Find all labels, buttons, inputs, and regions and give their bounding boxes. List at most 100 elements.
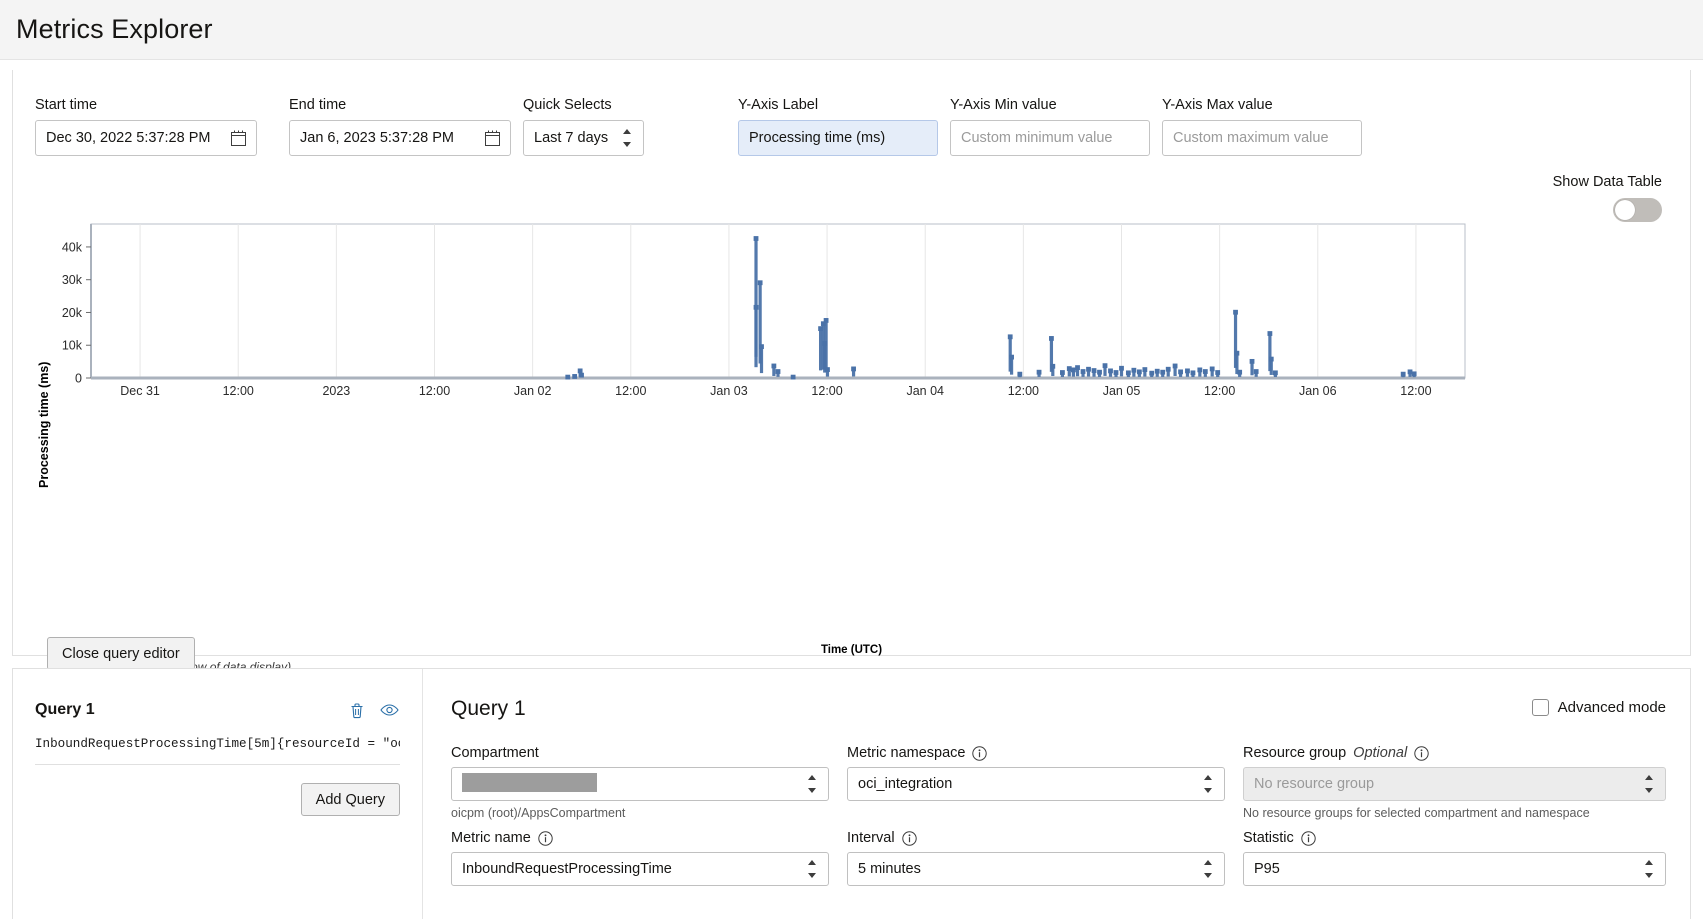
advanced-mode-label: Advanced mode	[1557, 699, 1666, 716]
chevron-updown-icon[interactable]	[806, 775, 818, 793]
y-axis-max-input[interactable]: Custom maximum value	[1162, 119, 1362, 156]
query-detail-title: Query 1	[451, 697, 526, 720]
compartment-field: Compartment oicpm (root)/AppsCompartment	[451, 745, 829, 820]
y-axis-label-input[interactable]: Processing time (ms)	[738, 119, 938, 156]
start-time-value: Dec 30, 2022 5:37:28 PM	[46, 129, 211, 146]
chevron-updown-icon[interactable]	[621, 128, 633, 147]
quick-selects-select[interactable]: Last 7 days	[523, 119, 644, 156]
compartment-value	[462, 772, 806, 796]
metric-name-value: InboundRequestProcessingTime	[462, 861, 672, 877]
query-list-title: Query 1	[35, 701, 95, 718]
resource-group-field: Resource group Optional No resource grou…	[1243, 745, 1666, 820]
svg-text:12:00: 12:00	[615, 384, 646, 398]
statistic-select[interactable]: P95	[1243, 852, 1666, 886]
advanced-mode-control[interactable]: Advanced mode	[1531, 699, 1666, 716]
metric-namespace-value: oci_integration	[858, 776, 953, 792]
metric-name-label: Metric name	[451, 830, 829, 846]
metric-namespace-label: Metric namespace	[847, 745, 1225, 761]
svg-text:Jan 02: Jan 02	[514, 384, 552, 398]
y-axis-label-field: Y-Axis Label Processing time (ms)	[738, 98, 938, 156]
svg-text:Jan 03: Jan 03	[710, 384, 748, 398]
resource-group-label-text: Resource group	[1243, 745, 1347, 761]
query-detail-panel: Query 1 Advanced mode Compartment oicpm …	[423, 669, 1690, 919]
metrics-scatter-chart[interactable]: Dec 31 12:00 2023 12:00 Jan 02 12:00 Jan 03 12:…	[13, 220, 1513, 640]
info-icon[interactable]	[1301, 830, 1316, 846]
chevron-updown-icon[interactable]	[806, 860, 818, 878]
close-query-editor-button[interactable]: Close query editor	[47, 637, 195, 670]
time-controls-row: Start time Dec 30, 2022 5:37:28 PM End t…	[13, 70, 1690, 156]
resource-group-label: Resource group Optional	[1243, 745, 1666, 761]
svg-text:0: 0	[75, 372, 82, 386]
interval-label: Interval	[847, 830, 1225, 846]
statistic-label: Statistic	[1243, 830, 1666, 846]
chevron-updown-icon[interactable]	[1643, 775, 1655, 793]
query-list-header: Query 1	[35, 699, 400, 721]
metric-namespace-label-text: Metric namespace	[847, 745, 966, 761]
compartment-select[interactable]	[451, 767, 829, 801]
advanced-mode-checkbox[interactable]	[1531, 699, 1549, 716]
show-data-table-toggle[interactable]	[1613, 198, 1662, 222]
show-data-table-label: Show Data Table	[1552, 174, 1662, 190]
statistic-field: Statistic P95	[1243, 830, 1666, 886]
end-time-field: End time Jan 6, 2023 5:37:28 PM	[289, 98, 511, 156]
resource-group-helper: No resource groups for selected compartm…	[1243, 806, 1590, 820]
info-icon[interactable]	[538, 830, 553, 846]
chart-plot-area: Processing time (ms) Dec 31 12:00 2023 12:0…	[13, 220, 1690, 721]
interval-value: 5 minutes	[858, 861, 921, 877]
calendar-icon[interactable]	[231, 130, 246, 146]
svg-text:Jan 06: Jan 06	[1299, 384, 1337, 398]
resource-group-select[interactable]: No resource group	[1243, 767, 1666, 801]
info-icon[interactable]	[1414, 745, 1429, 761]
eye-icon[interactable]	[378, 699, 400, 721]
svg-text:12:00: 12:00	[223, 384, 254, 398]
info-icon[interactable]	[901, 830, 917, 846]
chevron-updown-icon[interactable]	[1643, 860, 1655, 878]
end-time-label: End time	[289, 97, 347, 113]
metric-namespace-select[interactable]: oci_integration	[847, 767, 1225, 801]
info-icon[interactable]	[972, 745, 988, 761]
svg-text:12:00: 12:00	[1400, 384, 1431, 398]
show-data-table-control: Show Data Table	[1553, 174, 1662, 222]
interval-field: Interval 5 minutes	[847, 830, 1225, 886]
metric-name-select[interactable]: InboundRequestProcessingTime	[451, 852, 829, 886]
y-axis-min-label: Y-Axis Min value	[950, 97, 1057, 113]
interval-label-text: Interval	[847, 830, 895, 846]
query-editor-card: Query 1 InboundRequestProcessingTime[5m]…	[12, 668, 1691, 919]
chevron-updown-icon[interactable]	[1202, 775, 1214, 793]
svg-text:12:00: 12:00	[419, 384, 450, 398]
start-time-input[interactable]: Dec 30, 2022 5:37:28 PM	[35, 119, 257, 156]
query-list-panel: Query 1 InboundRequestProcessingTime[5m]…	[13, 669, 423, 919]
add-query-button[interactable]: Add Query	[300, 783, 400, 816]
metric-name-field: Metric name InboundRequestProcessingTime	[451, 830, 829, 886]
metric-name-label-text: Metric name	[451, 830, 531, 846]
y-axis-max-field: Y-Axis Max value Custom maximum value	[1162, 98, 1362, 156]
query-form-grid: Compartment oicpm (root)/AppsCompartment…	[451, 745, 1666, 886]
svg-text:12:00: 12:00	[1204, 384, 1235, 398]
chevron-updown-icon[interactable]	[1202, 860, 1214, 878]
toggle-knob	[1615, 200, 1635, 220]
quick-selects-value: Last 7 days	[534, 129, 609, 146]
trash-icon[interactable]	[346, 699, 368, 721]
compartment-helper: oicpm (root)/AppsCompartment	[451, 806, 626, 820]
y-axis-min-placeholder: Custom minimum value	[961, 129, 1113, 146]
y-axis-max-label: Y-Axis Max value	[1162, 97, 1273, 113]
y-axis-max-placeholder: Custom maximum value	[1173, 129, 1329, 146]
y-axis-label-label: Y-Axis Label	[738, 97, 819, 113]
y-axis-min-input[interactable]: Custom minimum value	[950, 119, 1150, 156]
end-time-input[interactable]: Jan 6, 2023 5:37:28 PM	[289, 119, 511, 156]
metric-namespace-field: Metric namespace oci_integration	[847, 745, 1225, 820]
svg-text:10k: 10k	[62, 339, 83, 353]
svg-text:20k: 20k	[62, 306, 83, 320]
statistic-value: P95	[1254, 861, 1280, 877]
interval-select[interactable]: 5 minutes	[847, 852, 1225, 886]
resource-group-optional-tag: Optional	[1353, 745, 1408, 761]
compartment-label: Compartment	[451, 745, 829, 761]
statistic-label-text: Statistic	[1243, 830, 1294, 846]
resource-group-placeholder: No resource group	[1254, 776, 1375, 792]
page-header: Metrics Explorer	[0, 0, 1703, 60]
quick-selects-field: Quick Selects Last 7 days	[523, 98, 644, 156]
svg-text:Jan 04: Jan 04	[906, 384, 944, 398]
page-title: Metrics Explorer	[16, 14, 213, 44]
start-time-label: Start time	[35, 97, 98, 113]
calendar-icon[interactable]	[485, 130, 500, 146]
